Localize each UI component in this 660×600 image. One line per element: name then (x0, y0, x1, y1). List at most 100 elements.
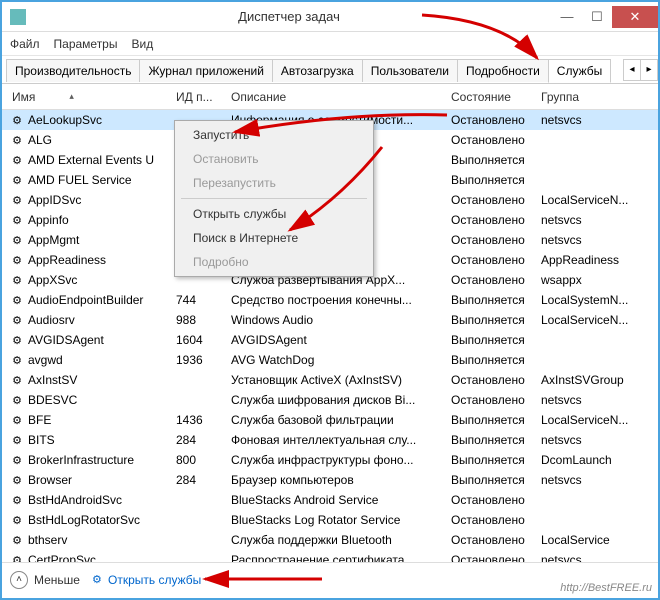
service-group: wsappx (541, 273, 654, 287)
open-services-link[interactable]: ⚙ Открыть службы (90, 573, 201, 587)
service-name: Browser (28, 473, 72, 487)
menu-view[interactable]: Вид (131, 37, 153, 51)
service-group: AppReadiness (541, 253, 654, 267)
table-row[interactable]: ⚙AVGIDSAgent1604AVGIDSAgentВыполняется (2, 330, 658, 350)
tab-nav: ◂ ▸ (624, 59, 658, 81)
service-icon: ⚙ (10, 533, 24, 547)
cm-open-services[interactable]: Открыть службы (177, 202, 371, 226)
menu-options[interactable]: Параметры (54, 37, 118, 51)
service-group: DcomLaunch (541, 453, 654, 467)
tab-strip: Производительность Журнал приложений Авт… (2, 56, 658, 84)
service-name: CertPropSvc (28, 553, 96, 562)
service-desc: Браузер компьютеров (231, 473, 451, 487)
service-state: Остановлено (451, 533, 541, 547)
header-pid[interactable]: ИД п... (176, 90, 231, 104)
service-desc: Установщик ActiveX (AxInstSV) (231, 373, 451, 387)
table-row[interactable]: ⚙BstHdAndroidSvcBlueStacks Android Servi… (2, 490, 658, 510)
service-icon: ⚙ (10, 173, 24, 187)
service-desc: AVG WatchDog (231, 353, 451, 367)
service-pid: 988 (176, 313, 231, 327)
service-state: Остановлено (451, 113, 541, 127)
service-pid: 1604 (176, 333, 231, 347)
menu-file[interactable]: Файл (10, 37, 40, 51)
service-icon: ⚙ (10, 353, 24, 367)
tab-performance[interactable]: Производительность (6, 59, 140, 82)
tab-app-history[interactable]: Журнал приложений (139, 59, 272, 82)
service-name: avgwd (28, 353, 63, 367)
table-row[interactable]: ⚙AudioEndpointBuilder744Средство построе… (2, 290, 658, 310)
service-pid: 284 (176, 473, 231, 487)
service-state: Остановлено (451, 493, 541, 507)
app-icon (10, 9, 26, 25)
table-row[interactable]: ⚙Browser284Браузер компьютеровВыполняетс… (2, 470, 658, 490)
fewer-details-button[interactable]: ˄ Меньше (10, 571, 80, 589)
service-group: netsvcs (541, 553, 654, 562)
close-button[interactable]: ✕ (612, 6, 658, 28)
service-name: AeLookupSvc (28, 113, 102, 127)
service-group: netsvcs (541, 393, 654, 407)
table-row[interactable]: ⚙CertPropSvcРаспространение сертификатаО… (2, 550, 658, 562)
table-row[interactable]: ⚙AxInstSVУстановщик ActiveX (AxInstSV)Ос… (2, 370, 658, 390)
menubar: Файл Параметры Вид (2, 32, 658, 56)
service-state: Остановлено (451, 273, 541, 287)
service-icon: ⚙ (10, 393, 24, 407)
service-pid: 284 (176, 433, 231, 447)
window-controls: — ☐ ✕ (552, 6, 658, 28)
service-name: BFE (28, 413, 51, 427)
service-desc: Средство построения конечны... (231, 293, 451, 307)
service-group: netsvcs (541, 113, 654, 127)
service-desc: Фоновая интеллектуальная слу... (231, 433, 451, 447)
header-state[interactable]: Состояние (451, 90, 541, 104)
service-group: LocalService (541, 533, 654, 547)
tab-details[interactable]: Подробности (457, 59, 549, 82)
service-desc: BlueStacks Log Rotator Service (231, 513, 451, 527)
table-row[interactable]: ⚙bthservСлужба поддержки BluetoothОстано… (2, 530, 658, 550)
table-row[interactable]: ⚙BFE1436Служба базовой фильтрацииВыполня… (2, 410, 658, 430)
tab-left-button[interactable]: ◂ (623, 59, 641, 81)
minimize-button[interactable]: — (552, 6, 582, 28)
service-name: BstHdLogRotatorSvc (28, 513, 140, 527)
service-icon: ⚙ (10, 113, 24, 127)
tab-services[interactable]: Службы (548, 59, 611, 83)
service-state: Остановлено (451, 133, 541, 147)
table-row[interactable]: ⚙BstHdLogRotatorSvcBlueStacks Log Rotato… (2, 510, 658, 530)
service-pid: 1436 (176, 413, 231, 427)
cm-start[interactable]: Запустить (177, 123, 371, 147)
tab-startup[interactable]: Автозагрузка (272, 59, 363, 82)
service-icon: ⚙ (10, 493, 24, 507)
cm-search-online[interactable]: Поиск в Интернете (177, 226, 371, 250)
service-name: BITS (28, 433, 55, 447)
service-pid: 800 (176, 453, 231, 467)
service-state: Выполняется (451, 173, 541, 187)
service-name: AMD FUEL Service (28, 173, 132, 187)
header-desc[interactable]: Описание (231, 90, 451, 104)
open-services-label: Открыть службы (108, 573, 201, 587)
service-name: bthserv (28, 533, 67, 547)
tab-users[interactable]: Пользователи (362, 59, 458, 82)
table-row[interactable]: ⚙BITS284Фоновая интеллектуальная слу...В… (2, 430, 658, 450)
service-desc: Распространение сертификата (231, 553, 451, 562)
service-icon: ⚙ (10, 313, 24, 327)
service-icon: ⚙ (10, 473, 24, 487)
table-row[interactable]: ⚙BrokerInfrastructure800Служба инфрастру… (2, 450, 658, 470)
window-title: Диспетчер задач (26, 9, 552, 24)
service-group: LocalServiceN... (541, 313, 654, 327)
table-row[interactable]: ⚙Audiosrv988Windows AudioВыполняетсяLoca… (2, 310, 658, 330)
service-group: LocalSystemN... (541, 293, 654, 307)
tab-right-button[interactable]: ▸ (640, 59, 658, 81)
titlebar: Диспетчер задач — ☐ ✕ (2, 2, 658, 32)
service-state: Остановлено (451, 373, 541, 387)
header-name[interactable]: Имя▴ (6, 90, 176, 104)
service-state: Выполняется (451, 293, 541, 307)
service-desc: BlueStacks Android Service (231, 493, 451, 507)
table-row[interactable]: ⚙BDESVCСлужба шифрования дисков Bi...Ост… (2, 390, 658, 410)
maximize-button[interactable]: ☐ (582, 6, 612, 28)
service-state: Остановлено (451, 233, 541, 247)
service-group: LocalServiceN... (541, 193, 654, 207)
service-icon: ⚙ (10, 153, 24, 167)
header-group[interactable]: Группа (541, 90, 654, 104)
service-group: netsvcs (541, 433, 654, 447)
service-name: Audiosrv (28, 313, 75, 327)
table-row[interactable]: ⚙avgwd1936AVG WatchDogВыполняется (2, 350, 658, 370)
service-state: Остановлено (451, 553, 541, 562)
